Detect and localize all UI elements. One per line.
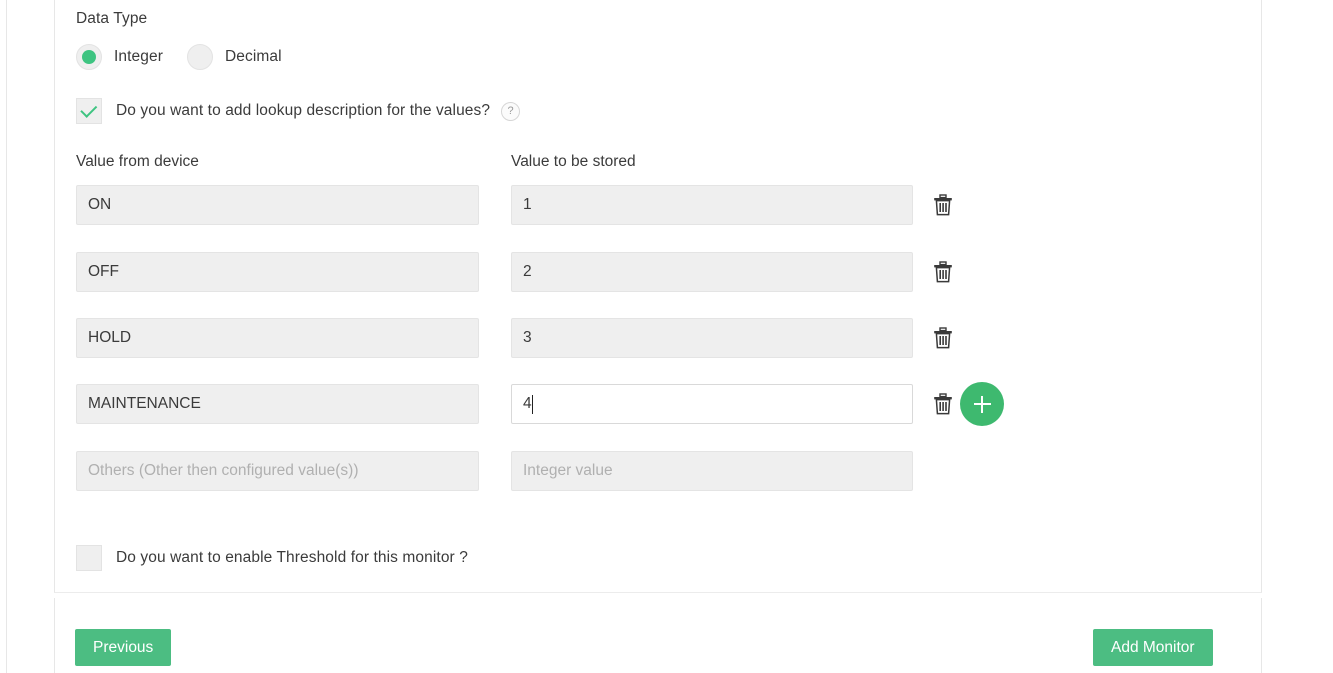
- threshold-row: Do you want to enable Threshold for this…: [76, 545, 468, 571]
- stored-value-input-2[interactable]: [511, 252, 913, 292]
- stored-value-input-1[interactable]: [511, 185, 913, 225]
- column-header-device-value: Value from device: [76, 153, 199, 170]
- threshold-checkbox[interactable]: [76, 545, 102, 571]
- text-caret: [532, 395, 533, 414]
- lookup-description-label: Do you want to add lookup description fo…: [116, 102, 491, 119]
- form-body: Data Type Integer Decimal Do you want to…: [55, 0, 1261, 592]
- monitor-form-card: Data Type Integer Decimal Do you want to…: [54, 0, 1262, 593]
- device-value-input-1[interactable]: [76, 185, 479, 225]
- check-icon: [79, 100, 97, 118]
- lookup-description-row: Do you want to add lookup description fo…: [76, 98, 521, 124]
- threshold-label: Do you want to enable Threshold for this…: [116, 549, 468, 566]
- device-value-input-4[interactable]: [76, 384, 479, 424]
- add-monitor-button[interactable]: Add Monitor: [1093, 629, 1213, 666]
- others-device-value-input[interactable]: [76, 451, 479, 491]
- trash-icon-1[interactable]: [930, 191, 956, 219]
- stored-value-input-3[interactable]: [511, 318, 913, 358]
- form-footer: Previous Add Monitor: [54, 598, 1262, 673]
- radio-integer[interactable]: [76, 44, 102, 70]
- stored-value-input-4[interactable]: [511, 384, 913, 424]
- plus-icon-vertical: [980, 395, 984, 413]
- device-value-input-2[interactable]: [76, 252, 479, 292]
- page-left-rail: [6, 0, 7, 673]
- previous-button[interactable]: Previous: [75, 629, 172, 666]
- question-mark-icon[interactable]: ?: [501, 101, 521, 121]
- device-value-input-3[interactable]: [76, 318, 479, 358]
- lookup-configuration-page: Data Type Integer Decimal Do you want to…: [0, 0, 1333, 673]
- others-stored-value-input[interactable]: [511, 451, 913, 491]
- trash-icon-2[interactable]: [930, 258, 956, 286]
- data-type-radio-group: Integer Decimal: [76, 44, 306, 70]
- radio-decimal[interactable]: [186, 44, 213, 70]
- data-type-label: Data Type: [76, 10, 148, 27]
- trash-icon-3[interactable]: [930, 324, 956, 352]
- radio-integer-dot: [82, 50, 96, 64]
- trash-icon-4[interactable]: [930, 390, 956, 418]
- radio-decimal-label: Decimal: [224, 48, 282, 65]
- add-row-button[interactable]: [960, 382, 1004, 426]
- column-header-stored-value: Value to be stored: [511, 153, 636, 170]
- lookup-description-checkbox[interactable]: [76, 98, 102, 124]
- radio-integer-label: Integer: [114, 48, 163, 65]
